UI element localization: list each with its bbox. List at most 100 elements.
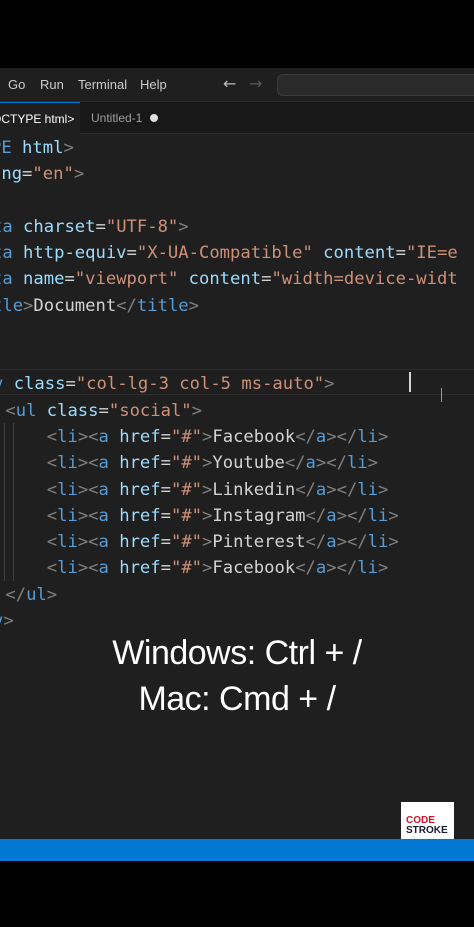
code-token: > bbox=[378, 480, 389, 500]
code-line: ta name="viewport" content="width=device… bbox=[0, 266, 458, 292]
code-token: a bbox=[315, 558, 327, 578]
code-line: ta charset="UTF-8"> bbox=[0, 214, 189, 240]
code-token: href bbox=[119, 453, 161, 473]
code-token: li bbox=[57, 453, 78, 473]
code-token: a bbox=[98, 453, 120, 473]
code-token: "#" bbox=[170, 558, 203, 578]
code-token: > bbox=[367, 453, 378, 473]
code-token: li bbox=[357, 558, 378, 578]
code-token: a bbox=[326, 506, 337, 526]
code-token: > bbox=[378, 427, 389, 447]
code-token: < bbox=[46, 558, 58, 578]
back-arrow-icon[interactable]: ← bbox=[223, 74, 236, 93]
code-token: li bbox=[367, 506, 389, 526]
code-token: content bbox=[188, 269, 262, 289]
tab-label: Untitled-1 bbox=[91, 111, 143, 125]
code-token: a bbox=[98, 427, 120, 447]
code-token: "en" bbox=[32, 164, 74, 184]
code-token: li bbox=[367, 532, 389, 552]
code-token: li bbox=[346, 453, 368, 473]
code-token: > bbox=[3, 611, 14, 631]
code-token: li bbox=[57, 558, 78, 578]
code-token: = bbox=[126, 243, 137, 263]
code-line: PE html> bbox=[0, 135, 74, 161]
code-token: ></ bbox=[336, 532, 368, 552]
code-token: > bbox=[324, 374, 335, 394]
code-token: < bbox=[46, 427, 58, 447]
code-token: "#" bbox=[170, 480, 203, 500]
code-token: ta bbox=[0, 269, 13, 289]
code-token: charset bbox=[23, 217, 96, 237]
code-token: </ bbox=[305, 506, 327, 526]
code-token: "UTF-8" bbox=[105, 217, 179, 237]
code-token: > bbox=[388, 532, 399, 552]
code-token: li bbox=[357, 427, 378, 447]
code-token: class bbox=[46, 401, 99, 421]
menu-run[interactable]: Run bbox=[40, 77, 64, 92]
code-token: href bbox=[119, 480, 161, 500]
code-token: > bbox=[202, 558, 213, 578]
code-token: a bbox=[305, 453, 316, 473]
code-token: < bbox=[46, 453, 58, 473]
top-letterbox bbox=[0, 0, 474, 68]
code-token: = bbox=[98, 401, 109, 421]
overlay-mac-shortcut: Mac: Cmd + / bbox=[138, 680, 336, 718]
code-token: = bbox=[160, 558, 171, 578]
code-token: a bbox=[315, 480, 327, 500]
tab-untitled-1[interactable]: Untitled-1 bbox=[91, 102, 142, 134]
bottom-letterbox bbox=[0, 861, 474, 927]
code-token: "width=device-widt bbox=[271, 269, 458, 289]
unsaved-dot-icon[interactable] bbox=[150, 114, 158, 122]
overlay-windows-shortcut: Windows: Ctrl + / bbox=[112, 634, 362, 672]
code-token: > bbox=[188, 296, 200, 316]
menu-terminal[interactable]: Terminal bbox=[78, 77, 127, 92]
code-token: "IE=e bbox=[405, 243, 458, 263]
code-line: v class="col-lg-3 col-5 ms-auto"> bbox=[0, 371, 335, 397]
code-token: Facebook bbox=[212, 427, 296, 447]
tab-doctype-html[interactable]: OCTYPE html> bbox=[0, 102, 80, 134]
code-token: > bbox=[202, 453, 213, 473]
code-token: = bbox=[160, 453, 171, 473]
code-token: >< bbox=[77, 558, 99, 578]
status-bar bbox=[0, 839, 474, 861]
code-token: </ bbox=[295, 558, 316, 578]
code-token: title bbox=[136, 296, 189, 316]
command-center-search[interactable] bbox=[277, 74, 474, 96]
code-token: ></ bbox=[336, 506, 368, 526]
menu-bar: Go Run Terminal Help ← → bbox=[0, 68, 474, 102]
code-token: </ bbox=[295, 480, 316, 500]
code-token: > bbox=[191, 401, 203, 421]
code-line: v> bbox=[0, 608, 14, 634]
menu-help[interactable]: Help bbox=[140, 77, 167, 92]
code-token: < bbox=[46, 506, 58, 526]
code-line: ang="en"> bbox=[0, 161, 84, 187]
menu-go[interactable]: Go bbox=[8, 77, 25, 92]
code-token: "#" bbox=[170, 532, 203, 552]
forward-arrow-icon[interactable]: → bbox=[249, 74, 262, 93]
code-token: = bbox=[65, 374, 76, 394]
code-token: content bbox=[323, 243, 396, 263]
code-token: li bbox=[57, 532, 78, 552]
code-token: > bbox=[388, 506, 399, 526]
code-token: < bbox=[5, 401, 16, 421]
code-token: >< bbox=[77, 427, 99, 447]
code-line: <li><a href="#">Youtube</a></li> bbox=[0, 450, 378, 476]
code-token: = bbox=[64, 269, 75, 289]
code-token: > bbox=[46, 585, 58, 605]
code-token: > bbox=[202, 427, 213, 447]
code-token: a bbox=[98, 532, 120, 552]
code-line: <li><a href="#">Facebook</a></li> bbox=[0, 555, 389, 581]
code-token: < bbox=[46, 532, 58, 552]
code-token: v bbox=[0, 374, 14, 394]
code-token: "#" bbox=[170, 453, 203, 473]
code-token: = bbox=[95, 217, 106, 237]
code-token: "#" bbox=[170, 427, 203, 447]
code-token: html bbox=[22, 138, 64, 158]
code-line: <li><a href="#">Facebook</a></li> bbox=[0, 424, 389, 450]
code-line: <li><a href="#">Instagram</a></li> bbox=[0, 503, 399, 529]
code-token: </ bbox=[116, 296, 137, 316]
code-token: ></ bbox=[315, 453, 347, 473]
